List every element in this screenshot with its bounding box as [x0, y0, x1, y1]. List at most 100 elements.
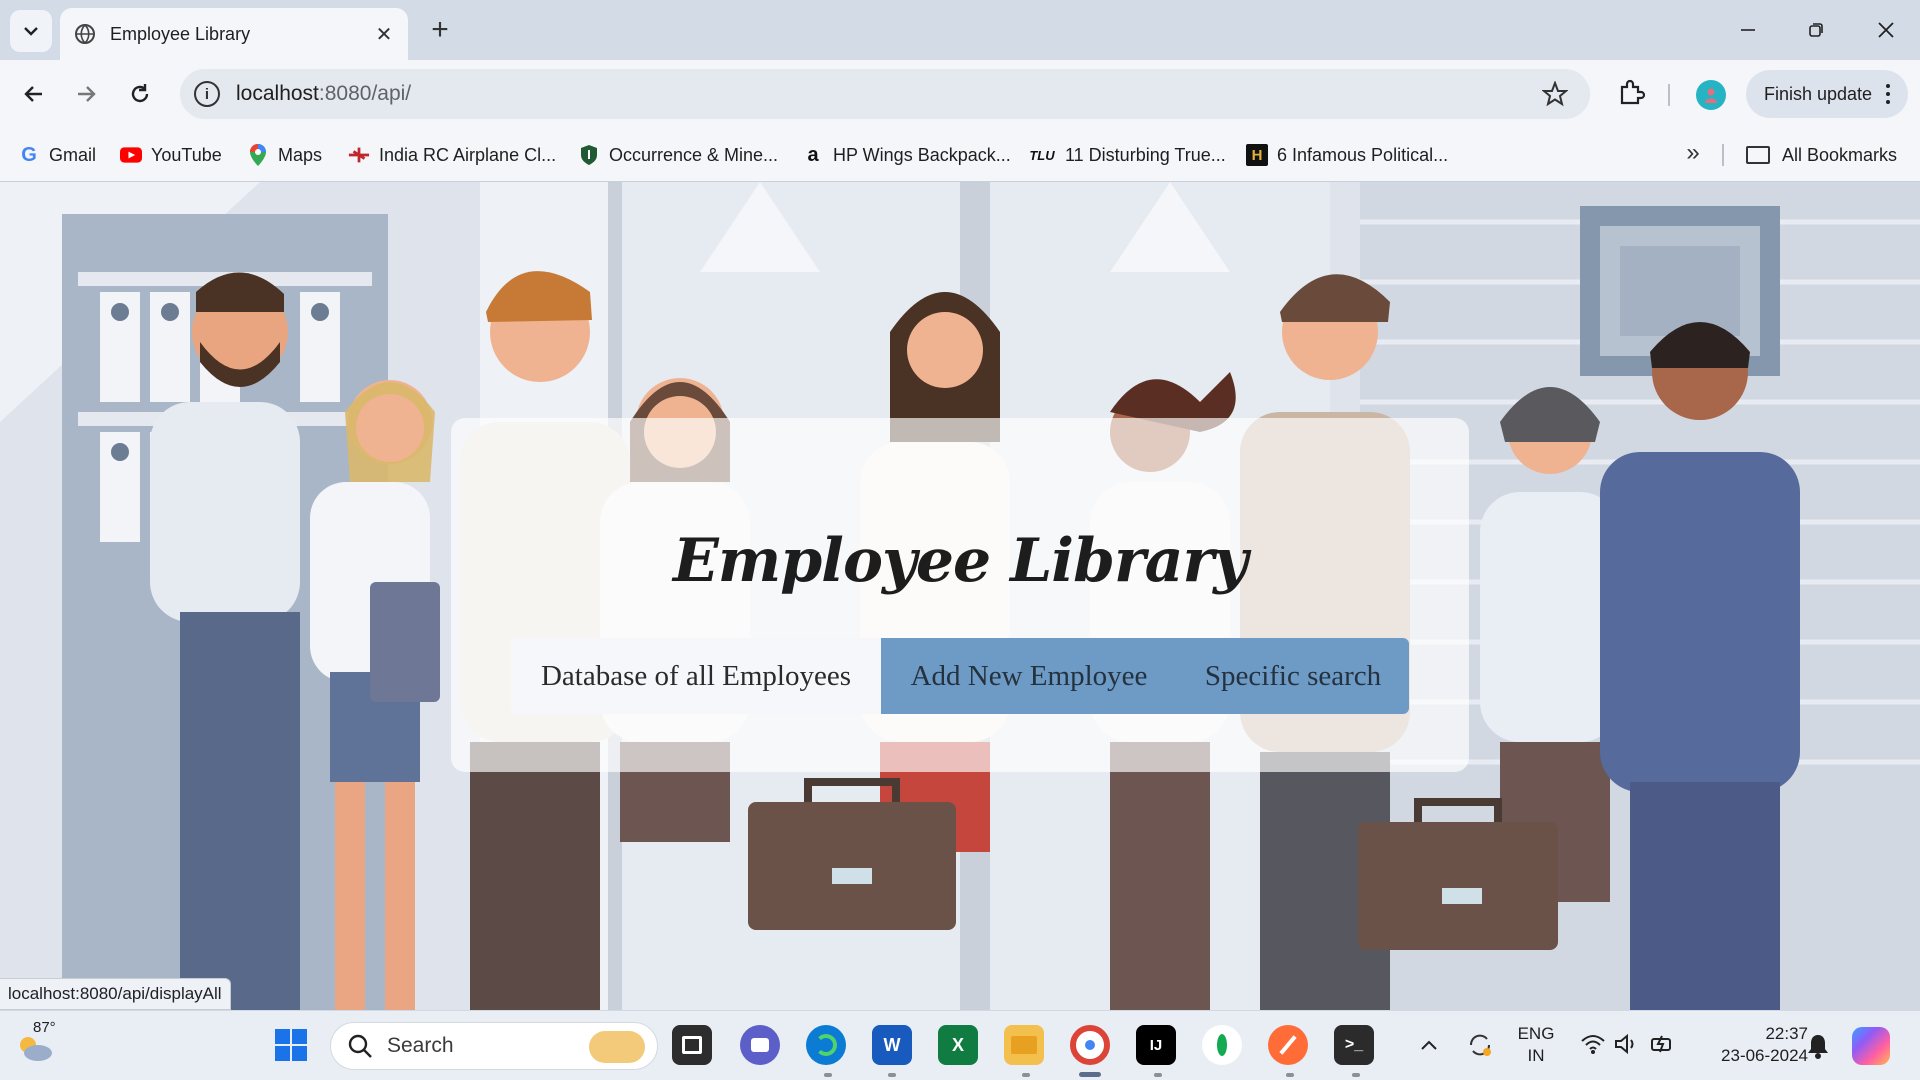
bookmark-political[interactable]: H 6 Infamous Political... [1246, 140, 1448, 170]
site-info-icon[interactable]: i [194, 81, 220, 107]
volume-icon[interactable] [1614, 1033, 1640, 1055]
close-tab-icon[interactable]: ✕ [374, 24, 394, 46]
clock[interactable]: 22:37 23-06-2024 [1698, 1023, 1808, 1067]
running-indicator [1352, 1073, 1360, 1077]
reload-button[interactable] [122, 76, 158, 112]
tab-strip: Employee Library ✕ + [0, 0, 1920, 60]
bookmark-youtube[interactable]: YouTube [120, 140, 222, 170]
windows-taskbar: 87° Search W X IJ >_ ENG IN 22:37 23-06-… [0, 1010, 1920, 1080]
bookmark-hp-wings[interactable]: a HP Wings Backpack... [802, 140, 1011, 170]
database-all-employees-button[interactable]: Database of all Employees [511, 638, 881, 714]
bookmarks-bar: G Gmail YouTube Maps India RC Airplane C… [0, 128, 1920, 182]
profile-avatar[interactable] [1696, 80, 1726, 110]
bookmark-label: Maps [278, 144, 323, 165]
postman-app[interactable] [1268, 1025, 1308, 1065]
battery-charging-icon[interactable] [1650, 1033, 1676, 1055]
intellij-icon: IJ [1149, 1036, 1163, 1054]
excel-app[interactable]: X [938, 1025, 978, 1065]
folder-icon [1746, 146, 1770, 164]
start-button[interactable] [271, 1025, 311, 1065]
toolbar-separator [1668, 84, 1670, 106]
word-icon: W [883, 1034, 901, 1055]
chevron-up-icon[interactable] [1420, 1039, 1438, 1051]
terminal-app[interactable]: >_ [1334, 1025, 1374, 1065]
bookmark-maps[interactable]: Maps [247, 140, 322, 170]
clock-date: 23-06-2024 [1721, 1046, 1808, 1065]
address-bar[interactable]: i localhost:8080/api/ [180, 69, 1590, 119]
youtube-icon [120, 144, 142, 166]
notification-bell-icon[interactable] [1806, 1033, 1830, 1059]
word-app[interactable]: W [872, 1025, 912, 1065]
airplane-icon [348, 144, 370, 166]
forward-button[interactable] [68, 76, 104, 112]
chrome-icon [1083, 1038, 1097, 1052]
task-view-icon [682, 1036, 702, 1054]
sync-icon[interactable] [1466, 1031, 1494, 1059]
all-bookmarks-label: All Bookmarks [1782, 144, 1898, 165]
restore-button[interactable] [1782, 0, 1850, 60]
excel-icon: X [951, 1034, 964, 1055]
hero-card: Employee Library Database of all Employe… [451, 418, 1469, 772]
running-indicator [1154, 1073, 1162, 1077]
active-indicator [1079, 1072, 1101, 1077]
file-explorer-app[interactable] [1004, 1025, 1044, 1065]
specific-search-button[interactable]: Specific search [1177, 638, 1409, 714]
finish-update-button[interactable]: Finish update [1746, 70, 1908, 118]
new-tab-button[interactable]: + [422, 12, 458, 48]
bookmark-disturbing[interactable]: TLU 11 Disturbing True... [1028, 140, 1226, 170]
action-button-group: Database of all Employees Add New Employ… [511, 638, 1409, 714]
bookmark-occurrence[interactable]: Occurrence & Mine... [578, 140, 778, 170]
extensions-icon[interactable] [1614, 77, 1648, 111]
teams-app[interactable] [740, 1025, 780, 1065]
terminal-icon: >_ [1344, 1036, 1364, 1053]
minimize-button[interactable] [1714, 0, 1782, 60]
bookmark-label: Occurrence & Mine... [609, 144, 779, 165]
weather-temperature: 87° [33, 1019, 56, 1036]
edge-icon [815, 1034, 837, 1056]
arrow-left-icon [24, 86, 42, 102]
bookmarks-overflow-button[interactable]: » [1676, 136, 1710, 170]
chrome-app[interactable] [1070, 1025, 1110, 1065]
folder-icon [1011, 1036, 1037, 1054]
url-host: localhost [236, 82, 319, 105]
running-indicator [1022, 1073, 1030, 1077]
wifi-icon[interactable] [1580, 1033, 1606, 1055]
copilot-icon[interactable] [1852, 1027, 1890, 1065]
reload-icon [131, 84, 149, 103]
bookmark-label: HP Wings Backpack... [833, 144, 1011, 165]
tab-title: Employee Library [110, 23, 251, 44]
chevron-down-icon [24, 27, 38, 36]
maps-icon [247, 144, 269, 166]
all-bookmarks-button[interactable]: All Bookmarks [1746, 140, 1897, 170]
search-placeholder: Search [387, 1034, 454, 1057]
bookmark-label: YouTube [151, 144, 222, 165]
finish-update-label: Finish update [1764, 83, 1873, 104]
tab-search-button[interactable] [10, 10, 52, 52]
running-indicator [824, 1073, 832, 1077]
language-code: ENG [1517, 1024, 1555, 1043]
bookmark-rc-airplane[interactable]: India RC Airplane Cl... [348, 140, 556, 170]
url-path: :8080/api/ [318, 82, 412, 105]
back-button[interactable] [16, 76, 52, 112]
intellij-app[interactable]: IJ [1136, 1025, 1176, 1065]
postman-icon [1279, 1035, 1297, 1055]
bookmarks-separator [1722, 144, 1724, 166]
language-indicator[interactable]: ENG IN [1514, 1023, 1558, 1067]
taskbar-search[interactable]: Search [330, 1022, 658, 1070]
browser-toolbar: i localhost:8080/api/ Finish update [0, 60, 1920, 128]
add-new-employee-button[interactable]: Add New Employee [881, 638, 1177, 714]
clock-time: 22:37 [1765, 1024, 1808, 1043]
running-indicator [1286, 1073, 1294, 1077]
bookmark-star-icon[interactable] [1542, 81, 1568, 107]
task-view-button[interactable] [672, 1025, 712, 1065]
search-highlight-icon [589, 1031, 645, 1063]
bookmark-gmail[interactable]: G Gmail [18, 140, 96, 170]
mongodb-app[interactable] [1202, 1025, 1242, 1065]
bookmark-label: India RC Airplane Cl... [379, 144, 557, 165]
close-window-button[interactable] [1852, 0, 1920, 60]
edge-app[interactable] [806, 1025, 846, 1065]
avatar-icon [1705, 88, 1717, 103]
running-indicator [888, 1073, 896, 1077]
bookmark-label: 11 Disturbing True... [1065, 144, 1226, 165]
tab-employee-library[interactable]: Employee Library ✕ [60, 8, 408, 60]
